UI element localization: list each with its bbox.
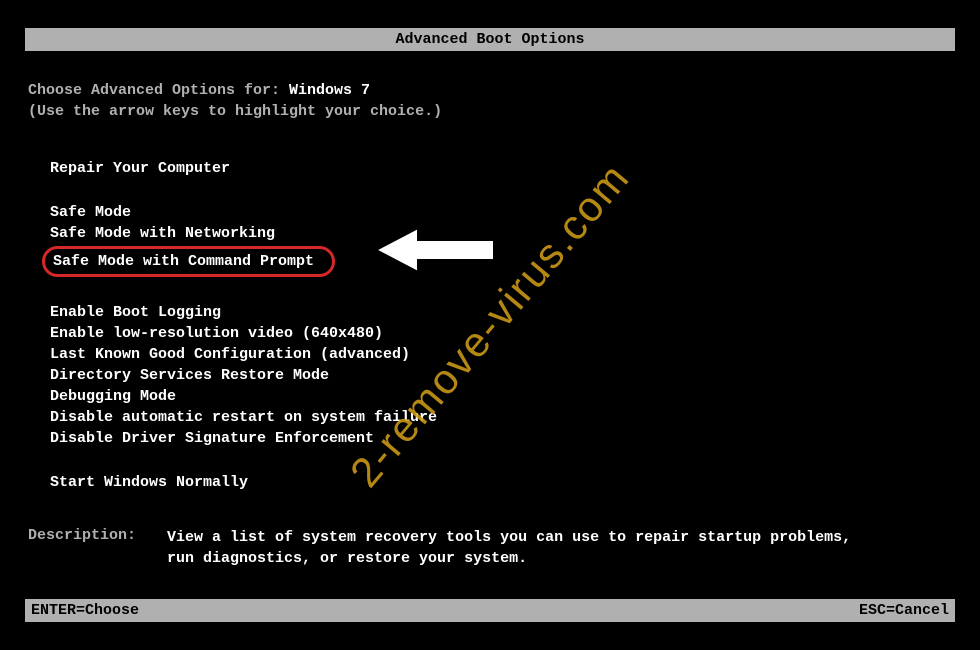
os-name: Windows 7 xyxy=(289,82,370,99)
option-boot-logging[interactable]: Enable Boot Logging xyxy=(50,302,952,323)
option-safe-mode-networking[interactable]: Safe Mode with Networking xyxy=(50,223,952,244)
option-repair[interactable]: Repair Your Computer xyxy=(50,158,952,179)
option-start-normally[interactable]: Start Windows Normally xyxy=(50,472,952,493)
option-low-res-video[interactable]: Enable low-resolution video (640x480) xyxy=(50,323,952,344)
option-last-known-good[interactable]: Last Known Good Configuration (advanced) xyxy=(50,344,952,365)
option-ds-restore[interactable]: Directory Services Restore Mode xyxy=(50,365,952,386)
content-area: Choose Advanced Options for: Windows 7 (… xyxy=(28,82,952,493)
prompt-prefix: Choose Advanced Options for: xyxy=(28,82,289,99)
footer-enter: ENTER=Choose xyxy=(31,602,139,619)
option-safe-mode[interactable]: Safe Mode xyxy=(50,202,952,223)
option-safe-mode-command-prompt: Safe Mode with Command Prompt xyxy=(53,253,314,270)
prompt-line: Choose Advanced Options for: Windows 7 xyxy=(28,82,952,99)
footer-esc: ESC=Cancel xyxy=(859,602,949,619)
option-debugging[interactable]: Debugging Mode xyxy=(50,386,952,407)
options-list: Repair Your Computer Safe Mode Safe Mode… xyxy=(50,158,952,493)
description-block: Description: View a list of system recov… xyxy=(28,527,867,569)
option-disable-auto-restart[interactable]: Disable automatic restart on system fail… xyxy=(50,407,952,428)
option-safe-mode-command-prompt-highlighted[interactable]: Safe Mode with Command Prompt xyxy=(42,246,335,277)
page-title: Advanced Boot Options xyxy=(395,31,584,48)
option-disable-driver-sig[interactable]: Disable Driver Signature Enforcement xyxy=(50,428,952,449)
title-bar: Advanced Boot Options xyxy=(25,28,955,51)
description-text: View a list of system recovery tools you… xyxy=(167,527,867,569)
hint-line: (Use the arrow keys to highlight your ch… xyxy=(28,103,952,120)
description-label: Description: xyxy=(28,527,158,544)
footer-bar: ENTER=Choose ESC=Cancel xyxy=(25,599,955,622)
